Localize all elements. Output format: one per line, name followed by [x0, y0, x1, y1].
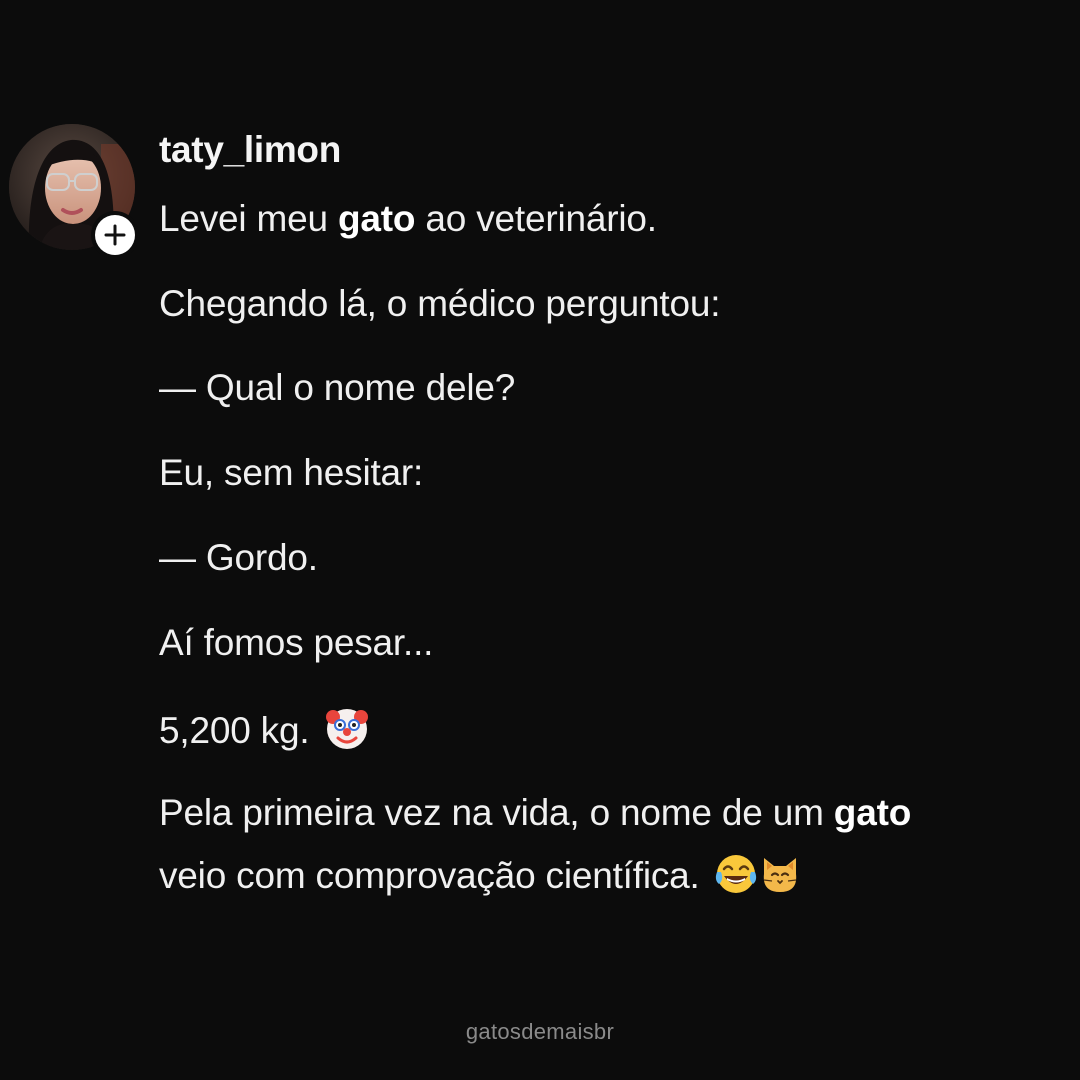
username[interactable]: taty_limon: [159, 128, 341, 172]
post-text-line: Pela primeira vez na vida, o nome de um …: [159, 790, 911, 836]
follow-button[interactable]: [91, 211, 139, 259]
bold-text: gato: [833, 792, 912, 833]
text-segment: veio com comprovação científica.: [159, 855, 700, 896]
post-text-line: — Qual o nome dele?: [159, 367, 516, 408]
text-segment: ao veterinário.: [415, 198, 657, 239]
watermark: gatosdemaisbr: [465, 1019, 615, 1044]
clown-face-emoji: [324, 705, 370, 762]
plus-icon: [95, 215, 135, 255]
threads-post: taty_limon Levei meu gato ao veterinário…: [0, 0, 1080, 1080]
cat-face-emoji: [758, 852, 802, 907]
post-text-line: — Gordo.: [159, 537, 318, 578]
post-text-line: 5,200 kg.: [159, 705, 370, 762]
text-segment: Pela primeira vez na vida, o nome de um: [159, 792, 834, 833]
text-segment: 5,200 kg.: [159, 710, 310, 751]
post-text-line: Levei meu gato ao veterinário.: [159, 196, 657, 242]
tears-of-joy-emoji: [714, 852, 758, 907]
post-text-line: veio com comprovação científica.: [159, 852, 802, 907]
post-text-line: Eu, sem hesitar:: [159, 452, 424, 493]
bold-text: gato: [338, 198, 416, 239]
post-text-line: Chegando lá, o médico perguntou:: [159, 283, 721, 324]
text-segment: Levei meu: [159, 198, 338, 239]
post-text-line: Aí fomos pesar...: [159, 622, 434, 663]
